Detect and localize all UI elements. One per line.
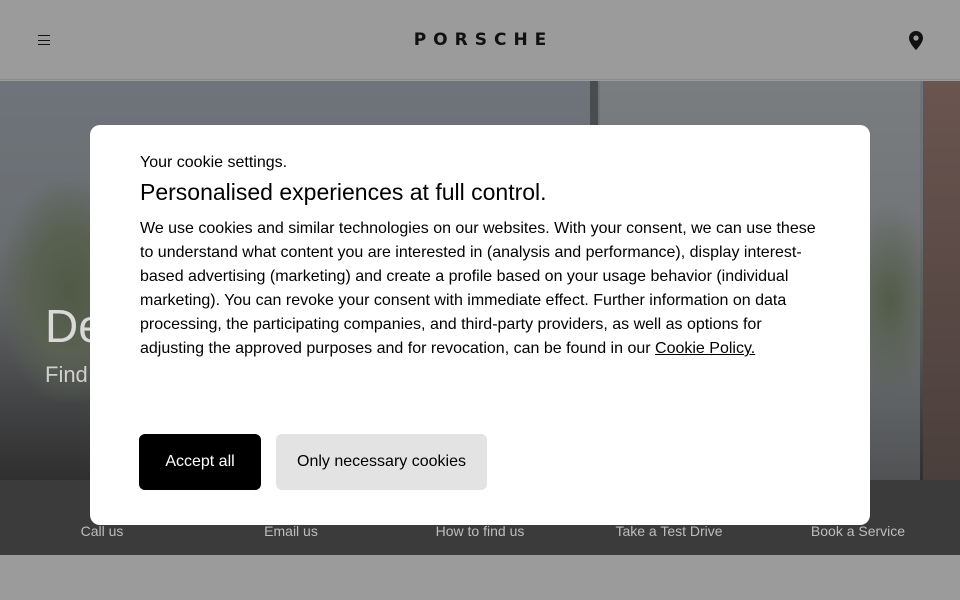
quicklink-how-to-find-us[interactable]: How to find us: [436, 523, 525, 539]
cookie-kicker: Your cookie settings.: [140, 154, 288, 171]
menu-button[interactable]: [30, 26, 58, 54]
map-pin-icon: [909, 30, 923, 50]
hamburger-icon: [38, 35, 50, 45]
cookie-consent-dialog: Your cookie settings. Personalised exper…: [90, 125, 870, 525]
cookie-body-text: We use cookies and similar technologies …: [140, 220, 816, 357]
hero-subtitle: Find: [45, 362, 88, 387]
accept-all-button[interactable]: Accept all: [139, 434, 261, 490]
porsche-logo[interactable]: PORSCHE: [390, 28, 570, 52]
page-footer-band: [0, 555, 960, 600]
cookie-body: We use cookies and similar technologies …: [140, 217, 820, 361]
cookie-policy-link[interactable]: Cookie Policy.: [655, 340, 755, 357]
quicklink-book-service[interactable]: Book a Service: [811, 523, 905, 539]
cookie-title: Personalised experiences at full control…: [140, 179, 547, 205]
only-necessary-button[interactable]: Only necessary cookies: [276, 434, 487, 490]
location-button[interactable]: [902, 26, 930, 54]
site-header: PORSCHE: [0, 0, 960, 80]
quicklink-email-us[interactable]: Email us: [264, 523, 318, 539]
quicklink-test-drive[interactable]: Take a Test Drive: [615, 523, 722, 539]
quicklink-call-us[interactable]: Call us: [81, 523, 124, 539]
hero-right-edge: [923, 81, 960, 480]
